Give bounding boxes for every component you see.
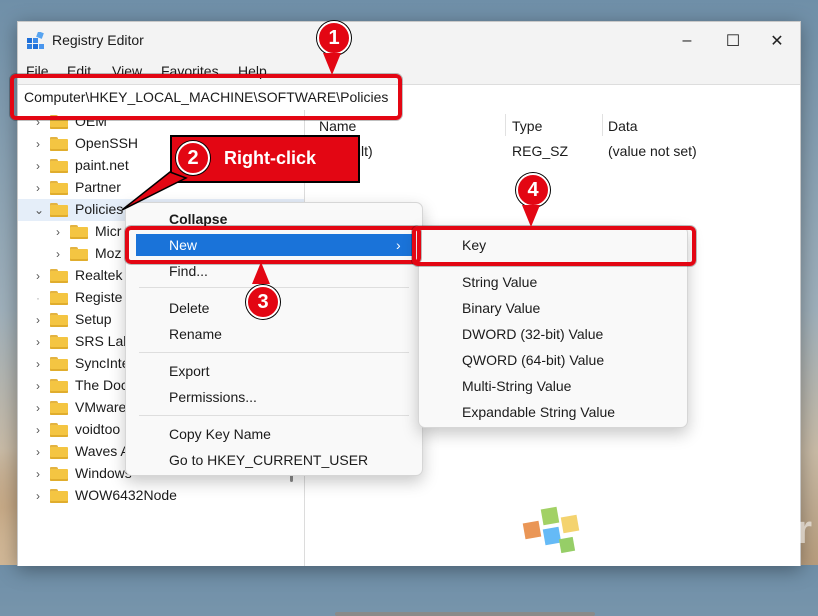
chevron-right-icon[interactable]: › — [56, 247, 66, 261]
chevron-right-icon[interactable]: › — [36, 401, 46, 415]
callout-pointer — [121, 171, 188, 211]
submenu-item-binary-value[interactable]: Binary Value — [419, 296, 687, 320]
window-title: Registry Editor — [52, 32, 144, 48]
values-horizontal-scrollbar[interactable] — [335, 612, 595, 616]
chevron-right-icon[interactable]: › — [36, 181, 46, 195]
folder-icon — [50, 159, 68, 173]
tree-item-label: SyncInte — [75, 355, 130, 371]
chevron-right-icon[interactable]: › — [56, 225, 66, 239]
chevron-right-icon[interactable]: › — [36, 335, 46, 349]
folder-icon — [50, 401, 68, 415]
folder-icon — [50, 357, 68, 371]
menu-separator — [139, 415, 409, 416]
tree-item-label: Setup — [75, 311, 112, 327]
chevron-right-icon[interactable]: › — [36, 379, 46, 393]
tree-item-label: The Doc — [75, 377, 128, 393]
submenu-item-expandable-string-value[interactable]: Expandable String Value — [419, 400, 687, 424]
watermark-text: WinBuzzer — [600, 508, 814, 552]
tree-item-label: Waves A — [75, 443, 130, 459]
tree-item-label: SRS Lab — [75, 333, 132, 349]
folder-icon — [50, 203, 68, 217]
column-divider[interactable] — [505, 114, 506, 136]
chevron-right-icon[interactable]: › — [36, 269, 46, 283]
submenu-item-multi-string-value[interactable]: Multi-String Value — [419, 374, 687, 398]
folder-icon — [50, 335, 68, 349]
folder-icon — [50, 445, 68, 459]
step1-highlight — [10, 74, 402, 120]
chevron-right-icon[interactable]: › — [36, 313, 46, 327]
step-1-arrow — [323, 53, 341, 75]
step-1-badge: 1 — [317, 21, 351, 55]
chevron-right-icon[interactable]: › — [36, 159, 46, 173]
close-icon: ✕ — [770, 33, 784, 50]
value-data-cell: (value not set) — [608, 143, 697, 159]
step-3-badge: 3 — [246, 285, 280, 319]
step-2-badge: 2 — [176, 141, 210, 175]
menu-item-goto-hkcu[interactable]: Go to HKEY_CURRENT_USER — [126, 448, 422, 472]
tree-item-label: Micr — [95, 223, 122, 239]
folder-icon — [50, 269, 68, 283]
menu-separator — [139, 352, 409, 353]
tree-item-label: Realtek — [75, 267, 123, 283]
tree-item-label: Registe — [75, 289, 123, 305]
column-header-type[interactable]: Type — [512, 118, 542, 134]
chevron-right-icon[interactable]: › — [36, 467, 46, 481]
tree-item-label: voidtoo — [75, 421, 121, 437]
submenu-item-dword-value[interactable]: DWORD (32-bit) Value — [419, 322, 687, 346]
menu-item-permissions[interactable]: Permissions... — [126, 385, 422, 409]
folder-icon — [70, 225, 88, 239]
column-header-name[interactable]: Name — [319, 118, 356, 134]
tree-item-label: OpenSSH — [75, 135, 139, 151]
chevron-right-icon[interactable]: › — [36, 445, 46, 459]
column-header-data[interactable]: Data — [608, 118, 638, 134]
tree-item-label: Windows — [75, 465, 132, 481]
menu-item-rename[interactable]: Rename — [126, 322, 422, 346]
maximize-icon: ☐ — [725, 33, 741, 50]
folder-icon — [50, 379, 68, 393]
menu-item-copy-key-name[interactable]: Copy Key Name — [126, 422, 422, 446]
step3-highlight — [125, 226, 421, 264]
tree-item-label: Partner — [75, 179, 121, 195]
chevron-right-icon[interactable]: › — [36, 357, 46, 371]
tree-item[interactable]: › WOW6432Node — [18, 485, 304, 507]
submenu-item-string-value[interactable]: String Value — [419, 270, 687, 294]
folder-icon — [50, 137, 68, 151]
step4-highlight — [412, 226, 696, 266]
step-4-badge: 4 — [516, 173, 550, 207]
tree-item-label: Moz — [95, 245, 122, 261]
submenu-item-qword-value[interactable]: QWORD (64-bit) Value — [419, 348, 687, 372]
minimize-icon: – — [682, 32, 692, 49]
folder-icon — [70, 247, 88, 261]
chevron-down-icon[interactable]: ⌄ — [34, 203, 44, 217]
minimize-button[interactable]: – — [664, 22, 710, 60]
chevron-right-icon[interactable]: › — [36, 423, 46, 437]
folder-icon — [50, 423, 68, 437]
tree-item-label: WOW6432Node — [75, 487, 177, 503]
winbuzzer-logo-icon — [522, 506, 580, 554]
folder-icon — [50, 467, 68, 481]
folder-icon — [50, 313, 68, 327]
step-4-arrow — [522, 205, 540, 227]
tree-item-label: VMware — [75, 399, 127, 415]
chevron-right-icon[interactable]: › — [36, 137, 46, 151]
callout-label: Right-click — [224, 148, 317, 168]
tree-item-label: Policies — [75, 201, 124, 217]
close-button[interactable]: ✕ — [754, 22, 800, 60]
maximize-button[interactable]: ☐ — [710, 22, 756, 60]
tree-line-icon: · — [36, 291, 40, 305]
folder-icon — [50, 489, 68, 503]
value-type-cell: REG_SZ — [512, 143, 569, 159]
folder-icon — [50, 291, 68, 305]
title-bar: Registry Editor – ☐ ✕ — [18, 22, 800, 60]
registry-app-icon — [27, 32, 44, 49]
folder-icon — [50, 181, 68, 195]
step-3-arrow — [252, 262, 270, 284]
column-divider[interactable] — [602, 114, 603, 136]
menu-item-export[interactable]: Export — [126, 359, 422, 383]
chevron-right-icon[interactable]: › — [36, 489, 46, 503]
menu-separator — [139, 287, 409, 288]
